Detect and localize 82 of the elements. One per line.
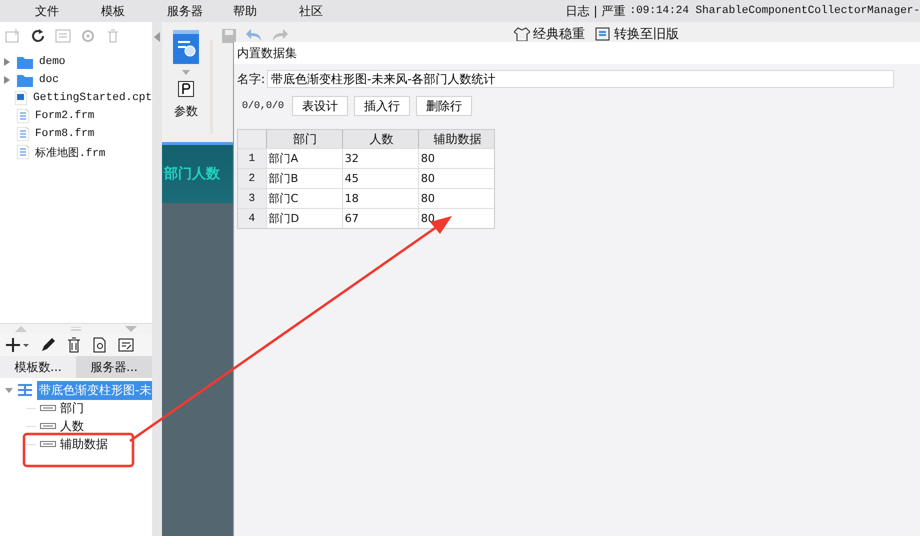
shirt-icon: [514, 27, 530, 41]
name-field[interactable]: 带底色渐变柱形图-未来风-各部门人数统计: [267, 70, 894, 88]
file-name[interactable]: GettingStarted.cpt: [33, 92, 152, 104]
document-search-icon[interactable]: [171, 30, 201, 64]
report-file-icon: [15, 91, 28, 105]
redo-icon[interactable]: [271, 28, 289, 42]
refresh-icon[interactable]: [30, 28, 46, 44]
column-header[interactable]: 辅助数据: [418, 130, 494, 148]
up-arrow-icon[interactable]: [15, 326, 27, 332]
dialog-title: 内置数据集: [234, 42, 920, 64]
table-cell[interactable]: 67: [342, 209, 418, 228]
menu-item[interactable]: 帮助: [220, 2, 286, 20]
table-cell[interactable]: 部门B: [266, 169, 342, 188]
save-icon[interactable]: [221, 28, 237, 44]
status-message: :09:14:24 SharableComponentCollectorManager-: [630, 5, 920, 17]
status-level: 严重: [602, 2, 626, 20]
file-name[interactable]: demo: [39, 56, 66, 68]
file-name[interactable]: 标准地图.frm: [35, 144, 106, 160]
file-name[interactable]: Form2.frm: [35, 110, 94, 122]
field-icon: [40, 405, 56, 411]
panel-tab[interactable]: 模板数...: [0, 356, 76, 378]
table-cell[interactable]: 32: [342, 149, 418, 168]
add-dropdown-icon[interactable]: [6, 337, 30, 353]
folder-icon: [17, 73, 33, 87]
trash-icon[interactable]: [66, 337, 82, 353]
parameter-icon[interactable]: [178, 81, 194, 97]
folder-icon: [17, 55, 33, 69]
file-name[interactable]: Form8.frm: [35, 128, 94, 140]
toolbar-button[interactable]: 插入行: [354, 96, 410, 116]
parameter-label[interactable]: 参数: [174, 103, 198, 120]
table-cell[interactable]: 18: [342, 189, 418, 208]
form-file-icon: [17, 109, 29, 123]
table-cell[interactable]: 80: [418, 169, 494, 188]
table-cell[interactable]: 部门C: [266, 189, 342, 208]
pencil-icon[interactable]: [40, 337, 56, 353]
table-icon: [18, 384, 32, 396]
field-icon: [40, 423, 56, 429]
row-number: 2: [238, 169, 266, 188]
toolbar-button[interactable]: 表设计: [292, 96, 348, 116]
style-button[interactable]: 转换至旧版: [595, 25, 679, 43]
column-header[interactable]: 人数: [342, 130, 418, 148]
table-cell[interactable]: 80: [418, 189, 494, 208]
expanded-triangle-icon[interactable]: [5, 386, 13, 394]
name-label: 名字:: [237, 70, 266, 88]
row-number: 3: [238, 189, 266, 208]
collapse-arrow-icon[interactable]: [154, 32, 160, 42]
preview-icon[interactable]: [92, 337, 108, 353]
new-folder-icon[interactable]: [5, 28, 21, 44]
collapsed-triangle-icon[interactable]: [3, 75, 11, 85]
table-cell[interactable]: 80: [418, 149, 494, 168]
field-icon: [40, 441, 56, 447]
field-name[interactable]: 部门: [60, 400, 84, 416]
panel-tab[interactable]: 服务器...: [76, 356, 152, 378]
field-name[interactable]: 人数: [60, 418, 84, 434]
menu-item[interactable]: 社区: [286, 2, 352, 20]
log-link[interactable]: 日志: [566, 2, 590, 20]
position-readout: 0/0,0/0: [242, 100, 284, 112]
caret-icon[interactable]: [182, 70, 190, 75]
field-name[interactable]: 辅助数据: [60, 436, 108, 452]
table-cell[interactable]: 部门D: [266, 209, 342, 228]
table-cell[interactable]: 部门A: [266, 149, 342, 168]
table-cell[interactable]: 45: [342, 169, 418, 188]
menu-item[interactable]: 文件: [22, 2, 88, 20]
menu-item[interactable]: 模板: [88, 2, 154, 20]
collapsed-triangle-icon[interactable]: [3, 57, 11, 67]
grip-icon[interactable]: [71, 327, 81, 331]
column-header[interactable]: 部门: [266, 130, 342, 148]
file-name[interactable]: doc: [39, 74, 59, 86]
toolbar-button[interactable]: 删除行: [416, 96, 472, 116]
document-icon: [595, 27, 611, 41]
row-number: 1: [238, 149, 266, 168]
row-number: 4: [238, 209, 266, 228]
undo-icon[interactable]: [245, 28, 263, 42]
status-separator: |: [594, 4, 598, 18]
style-button[interactable]: 经典稳重: [514, 25, 585, 43]
form-file-icon: [17, 145, 29, 159]
menu-item[interactable]: 服务器: [154, 2, 220, 20]
edit-table-icon[interactable]: [118, 337, 134, 353]
form-file-icon: [17, 127, 29, 141]
banner-title: 部门人数: [164, 165, 220, 183]
down-arrow-icon[interactable]: [125, 326, 137, 332]
panel-icon[interactable]: [55, 28, 71, 44]
